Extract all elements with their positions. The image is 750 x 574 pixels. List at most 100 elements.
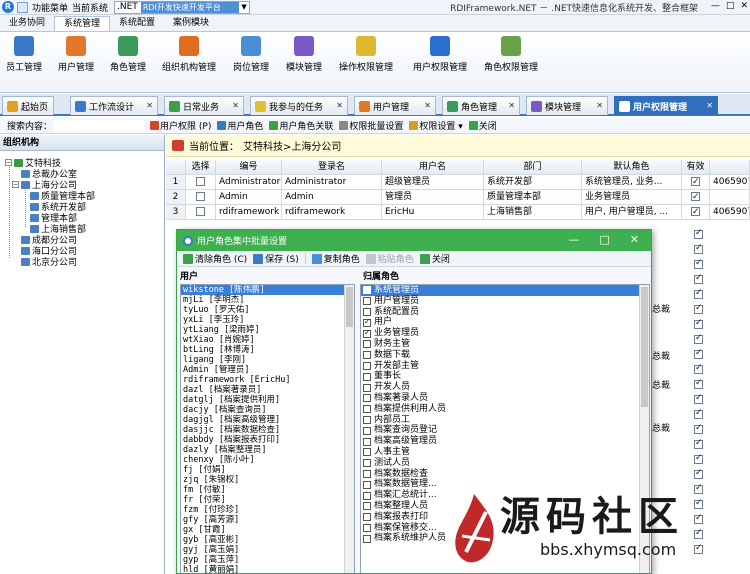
list-item[interactable]: ytLiang [梁雨婷]	[181, 325, 354, 335]
select-checkbox[interactable]	[196, 207, 205, 216]
list-item[interactable]: gx [甘霞]	[181, 525, 354, 535]
list-item[interactable]: 档案数据检查	[361, 469, 649, 480]
user-role-relation-button[interactable]: 用户角色关联	[269, 119, 333, 132]
role-checkbox[interactable]	[363, 340, 371, 349]
operation-permission-button[interactable]: 操作权限管理	[339, 36, 393, 73]
list-item[interactable]: 用户	[361, 317, 649, 328]
col-login[interactable]: 登录名	[282, 160, 382, 175]
close-icon[interactable]: ✕	[146, 101, 153, 110]
role-checkbox[interactable]	[363, 361, 371, 370]
permission-settings-dropdown[interactable]: 权限设置 ▾	[409, 119, 463, 132]
list-item[interactable]: 业务管理员	[361, 328, 649, 339]
dialog-close-toolbar-button[interactable]: 关闭	[419, 252, 450, 265]
valid-checkbox[interactable]	[694, 258, 703, 269]
list-item[interactable]: gyj [高玉娟]	[181, 545, 354, 555]
table-row[interactable]: 2 Admin Admin 管理员 质量管理本部 业务管理员	[166, 190, 750, 205]
doc-tab-user-permission[interactable]: 用户权限管理 ✕	[614, 96, 718, 115]
role-checkbox[interactable]	[363, 523, 371, 532]
list-item[interactable]: fj [付娟]	[181, 465, 354, 475]
maximize-button[interactable]: □	[726, 1, 735, 11]
role-checkbox[interactable]	[363, 307, 371, 316]
valid-checkbox[interactable]	[694, 363, 703, 374]
col-code[interactable]: 编号	[216, 160, 282, 175]
close-icon[interactable]: ✕	[508, 101, 515, 110]
tab-business[interactable]: 业务协同	[0, 16, 54, 31]
employee-management-button[interactable]: 员工管理	[6, 36, 42, 73]
role-checkbox[interactable]	[363, 394, 371, 403]
user-list[interactable]: wikstone [陈伟鹏] mjLi [李明杰] tyLuo [罗天佑] yxLi …	[180, 284, 355, 573]
close-icon[interactable]: ✕	[424, 101, 431, 110]
list-item[interactable]: 开发部主管	[361, 361, 649, 372]
user-permission-toolbar-button[interactable]: 用户权限 (P)	[150, 119, 211, 132]
doc-tab-start[interactable]: 起始页	[2, 96, 54, 115]
list-item[interactable]: 开发人员	[361, 382, 649, 393]
role-checkbox[interactable]	[363, 383, 371, 392]
dialog-minimize-button[interactable]: —	[568, 233, 579, 246]
close-icon[interactable]: ✕	[336, 101, 343, 110]
valid-checkbox[interactable]	[694, 303, 703, 314]
list-item[interactable]: 财务主管	[361, 339, 649, 350]
role-checkbox[interactable]	[363, 415, 371, 424]
list-item[interactable]: dasjjc [档案数据检查]	[181, 425, 354, 435]
col-valid[interactable]: 有效	[682, 160, 710, 175]
valid-checkbox[interactable]	[694, 228, 703, 239]
role-checkbox[interactable]	[363, 491, 371, 500]
list-item[interactable]: 档案查询员登记	[361, 425, 649, 436]
list-item[interactable]: 档案提供利用人员	[361, 404, 649, 415]
doc-tab-module-management[interactable]: 模块管理 ✕	[526, 96, 608, 115]
scrollbar-thumb[interactable]	[346, 287, 353, 327]
list-item[interactable]: chenxy [陈小叶]	[181, 455, 354, 465]
batch-permission-button[interactable]: 权限批量设置	[339, 119, 403, 132]
doc-tab-role-management[interactable]: 角色管理 ✕	[442, 96, 520, 115]
list-item[interactable]: 董事长	[361, 371, 649, 382]
list-item[interactable]: dazl [档案著录员]	[181, 385, 354, 395]
system-select[interactable]: .NET RDI开发快速开发平台 ▼	[114, 0, 251, 14]
dialog-close-button[interactable]: ✕	[630, 233, 639, 246]
list-item[interactable]: 人事主管	[361, 447, 649, 458]
list-item[interactable]: gfy [高芳源]	[181, 515, 354, 525]
valid-checkbox[interactable]	[691, 190, 700, 204]
user-management-button[interactable]: 用户管理	[58, 36, 94, 73]
list-item[interactable]: hld [黄丽娟]	[181, 565, 354, 573]
valid-checkbox[interactable]	[694, 333, 703, 344]
valid-checkbox[interactable]	[694, 468, 703, 479]
close-icon[interactable]: ✕	[596, 101, 603, 110]
role-checkbox[interactable]	[363, 480, 371, 489]
list-item[interactable]: fr [付荣]	[181, 495, 354, 505]
tab-system-management[interactable]: 系统管理	[54, 16, 111, 31]
list-item[interactable]: zjq [朱锦权]	[181, 475, 354, 485]
list-item[interactable]: 档案高级管理员	[361, 436, 649, 447]
select-checkbox[interactable]	[196, 177, 205, 186]
role-checkbox[interactable]	[363, 405, 371, 414]
select-cell[interactable]	[186, 190, 216, 205]
role-checkbox[interactable]	[363, 426, 371, 435]
list-item[interactable]: 用户管理员	[361, 296, 649, 307]
list-item[interactable]: 内部员工	[361, 415, 649, 426]
list-item[interactable]: wikstone [陈伟鹏]	[181, 285, 354, 295]
select-cell[interactable]	[186, 205, 216, 220]
dialog-title-bar[interactable]: 用户角色集中批量设置 — □ ✕	[177, 230, 651, 251]
paste-roles-button[interactable]: 粘贴角色	[365, 252, 414, 265]
select-cell[interactable]	[186, 175, 216, 190]
role-checkbox[interactable]	[363, 437, 371, 446]
user-role-toolbar-button[interactable]: 用户角色	[217, 119, 263, 132]
table-row[interactable]: 1 Administrator Administrator 超级管理员 系统开发…	[166, 175, 750, 190]
doc-tab-workflow[interactable]: 工作流设计 ✕	[70, 96, 158, 115]
close-icon[interactable]: ✕	[232, 101, 239, 110]
table-row[interactable]: 3 rdiframework rdiframework EricHu 上海销售部…	[166, 205, 750, 220]
list-item[interactable]: dazly [档案整理员]	[181, 445, 354, 455]
list-item[interactable]: mjLi [李明杰]	[181, 295, 354, 305]
list-item[interactable]: dagjgl [档案高级管理]	[181, 415, 354, 425]
list-item[interactable]: gyp [高玉萍]	[181, 555, 354, 565]
dialog-maximize-button[interactable]: □	[599, 233, 609, 246]
valid-checkbox[interactable]	[694, 438, 703, 449]
clear-roles-button[interactable]: 清除角色 (C)	[183, 252, 247, 265]
collapse-icon[interactable]: −	[5, 159, 12, 166]
list-item[interactable]: rdiframework [EricHu]	[181, 375, 354, 385]
chevron-down-icon[interactable]: ▼	[239, 3, 249, 11]
col-username[interactable]: 用户名	[382, 160, 484, 175]
valid-checkbox[interactable]	[691, 175, 700, 189]
valid-checkbox[interactable]	[694, 273, 703, 284]
col-select[interactable]: 选择	[186, 160, 216, 175]
role-checkbox[interactable]	[363, 469, 371, 478]
